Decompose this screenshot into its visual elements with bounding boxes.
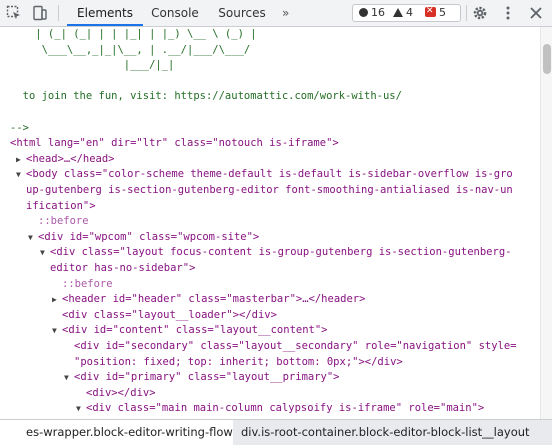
code-line-comment-end: --> [10,121,29,134]
body-node-wrap-2: ification"> [26,199,96,212]
vertical-scrollbar[interactable] [540,27,552,419]
device-toggle-icon[interactable] [32,5,48,21]
collapse-triangle-icon[interactable]: ▼ [28,230,38,246]
info-dot-icon [359,8,368,17]
tab-elements[interactable]: Elements [67,0,143,26]
expand-triangle-icon[interactable]: ▶ [16,152,26,168]
layout-loader-node[interactable]: <div class="layout__loader"></div> [62,308,277,324]
settings-gear-icon[interactable] [472,5,488,21]
close-icon[interactable] [528,5,544,21]
collapse-triangle-icon[interactable]: ▼ [76,401,86,417]
toolbar-separator [58,5,59,21]
empty-div-node[interactable]: <div></div> [86,386,156,402]
error-icon [425,4,436,18]
devtools-toolbar: Elements Console Sources » 16 4 5 [0,0,552,27]
secondary-node[interactable]: <div id="secondary" class="layout__secon… [74,339,517,355]
collapse-triangle-icon[interactable]: ▼ [64,370,74,386]
toolbar-separator [466,5,467,21]
secondary-node-wrap: "position: fixed; top: inherit; bottom: … [74,355,403,368]
scrollbar-thumb[interactable] [543,44,551,74]
inspect-icon[interactable] [6,5,22,21]
code-line-ascii-3: |___/|_| [10,59,175,72]
tab-console[interactable]: Console [143,0,207,26]
breadcrumb-item[interactable]: es-wrapper.block-editor-writing-flow [0,420,233,445]
code-line-ascii-2: \___\__,_|_|\__, | .__/|___/\___/ [10,43,251,56]
main-column-node[interactable]: ▼ <div class="main main-column calypsoify… [76,401,484,417]
div-layout-node[interactable]: ▼ <div class="layout focus-content is-gro… [40,245,511,261]
breadcrumb-item-selected[interactable]: div.is-root-container.block-editor-block… [233,420,552,445]
div-layout-node-wrap: editor has-no-sidebar"> [50,262,196,274]
pseudo-before[interactable]: ::before [62,277,113,293]
body-node-wrap-1: up-gutenberg is-section-gutenberg-editor… [26,184,513,196]
content-node[interactable]: ▼ <div id="content" class="layout__conten… [52,323,328,339]
code-line-ascii-1: | (_| (_| | | |_| | |_) \__ \ (_) | [10,28,257,40]
breadcrumb: es-wrapper.block-editor-writing-flow div… [0,419,552,445]
collapse-triangle-icon[interactable]: ▼ [40,245,50,261]
dom-tree[interactable]: | (_| (_| | | |_| | |_) \__ \ (_) | \___… [0,27,540,419]
expand-triangle-icon[interactable]: ▶ [52,292,62,308]
head-node[interactable]: ▶ <head>…</head> [16,152,115,168]
info-count-badge: 16 [359,6,385,20]
more-tabs-icon[interactable]: » [282,0,289,26]
pseudo-before[interactable]: ::before [38,214,89,230]
warning-triangle-icon [393,8,403,17]
collapse-triangle-icon[interactable]: ▼ [52,323,62,339]
collapse-triangle-icon[interactable]: ▼ [16,167,26,183]
div-wpcom-node[interactable]: ▼ <div id="wpcom" class="wpcom-site"> [28,230,259,246]
tab-sources[interactable]: Sources [211,0,273,26]
warning-count-badge: 4 [393,6,413,20]
kebab-menu-icon[interactable] [500,5,516,21]
html-node[interactable]: <html lang="en" dir="ltr" class="notouch… [10,136,339,152]
body-node[interactable]: ▼ <body class="color-scheme theme-default… [16,167,513,183]
error-count-badge: 5 [425,4,446,20]
code-line-join-text: to join the fun, visit: https://automatt… [10,90,402,103]
issue-counter[interactable]: 16 4 5 [352,4,461,22]
primary-node[interactable]: ▼ <div id="primary" class="layout__primar… [64,370,340,386]
header-node[interactable]: ▶ <header id="header" class="masterbar">…… [52,292,365,308]
